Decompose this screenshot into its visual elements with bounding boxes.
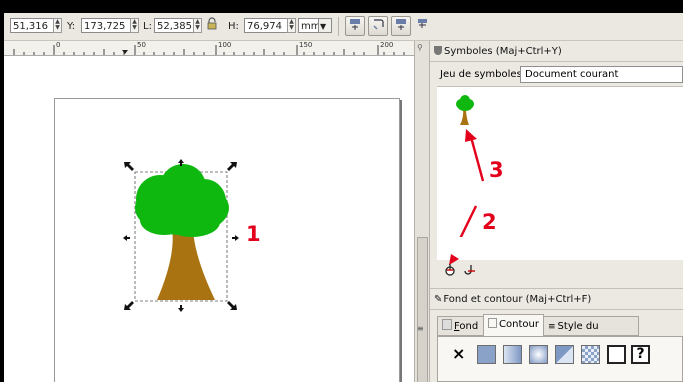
fill-stroke-dialog-title[interactable]: ✎Fond et contour (Maj+Ctrl+F) [434,292,591,308]
mesh-gradient-button[interactable] [555,345,574,364]
symbols-dialog-title-text: Symboles (Maj+Ctrl+Y) [444,46,562,57]
toolbar-separator [338,17,339,36]
dock-separator [430,288,683,289]
fill-stroke-dialog-title-text: Fond et contour (Maj+Ctrl+F) [443,294,592,305]
radial-gradient-button[interactable] [529,345,548,364]
fill-tab-icon [442,319,452,330]
ruler-label: 150 [299,41,313,49]
height-field[interactable]: 76,974 [244,18,288,33]
remove-symbol-icon[interactable] [462,262,476,276]
unit-dropdown-arrow[interactable]: ▼ [318,18,332,33]
symbols-dialog-title[interactable]: Symboles (Maj+Ctrl+Y) [434,44,562,60]
pen-icon: ✎ [434,294,443,305]
flat-color-button[interactable] [477,345,496,364]
symbol-set-select[interactable]: Document courant [520,66,683,83]
pattern-button[interactable] [581,345,600,364]
tab-stroke-style[interactable]: ≡Style du contour [543,316,639,352]
symbol-set-label: Jeu de symboles : [440,69,529,80]
x-field[interactable]: 51,316 [10,18,54,33]
ruler-label: 0 [56,41,61,49]
width-spin-arrows[interactable]: ▲ ▼ [193,18,202,33]
window-frame-top-overlay [0,0,683,13]
ruler-label: 50 [137,41,146,49]
select-tool-controls: 51,316 ▲ ▼ Y: 173,725 ▲ ▼ L: 52,385 ▲ ▼ H: … [4,13,683,41]
stroke-tab-icon [488,318,497,328]
unit-select[interactable]: mm [298,18,320,33]
x-spin-arrows[interactable]: ▲ ▼ [53,18,62,33]
selected-tree-object[interactable] [4,56,414,382]
canvas-vertical-scrollbar[interactable]: ⚲ ≡ [414,41,429,382]
unset-paint-button[interactable]: ? [631,345,650,364]
ruler-ticks [13,45,405,55]
annotation-number-3: 3 [489,158,504,182]
separator [430,309,683,310]
y-field[interactable]: 173,725 [81,18,131,33]
height-label: H: [228,21,239,32]
annotation-number-2: 2 [482,210,497,234]
scroll-grip-icon: ≡ [417,324,424,333]
width-field[interactable]: 52,385 [154,18,194,33]
scale-corners-toggle[interactable] [368,16,388,36]
shield-icon [434,46,442,55]
stroke-style-icon: ≡ [548,322,556,332]
height-spin-arrows[interactable]: ▲ ▼ [287,18,296,33]
ruler-label: 200 [380,41,394,49]
fill-tab-label: ond [459,321,479,332]
y-label: Y: [67,21,76,32]
drawing-canvas[interactable]: 1 [4,56,414,382]
inkscape-window: 51,316 ▲ ▼ Y: 173,725 ▲ ▼ L: 52,385 ▲ ▼ H: … [0,0,683,382]
window-frame-left [0,0,4,382]
tab-stroke-paint[interactable]: Contour [483,314,544,337]
separator [430,61,683,62]
swatch-button[interactable] [607,345,626,364]
linear-gradient-button[interactable] [503,345,522,364]
y-spin-arrows[interactable]: ▲ ▼ [130,18,139,33]
transform-patterns-icon[interactable] [416,16,430,33]
ruler-label: 100 [218,41,232,49]
scale-stroke-toggle[interactable] [345,16,365,36]
stroke-tab-label: Contour [499,319,539,330]
lock-icon[interactable] [207,17,217,34]
tab-fill[interactable]: Fond [437,316,484,336]
annotation-number-1: 1 [246,222,261,246]
add-symbol-icon[interactable] [443,262,457,276]
zoom-icon[interactable]: ⚲ [417,43,423,52]
symbols-list[interactable] [437,86,683,265]
scrollbar-thumb[interactable] [417,237,428,382]
width-label: L: [143,21,152,32]
horizontal-ruler: 0 50 100 150 200 [4,41,414,56]
transform-gradients-toggle[interactable] [391,16,411,36]
no-paint-button[interactable]: × [452,344,465,364]
